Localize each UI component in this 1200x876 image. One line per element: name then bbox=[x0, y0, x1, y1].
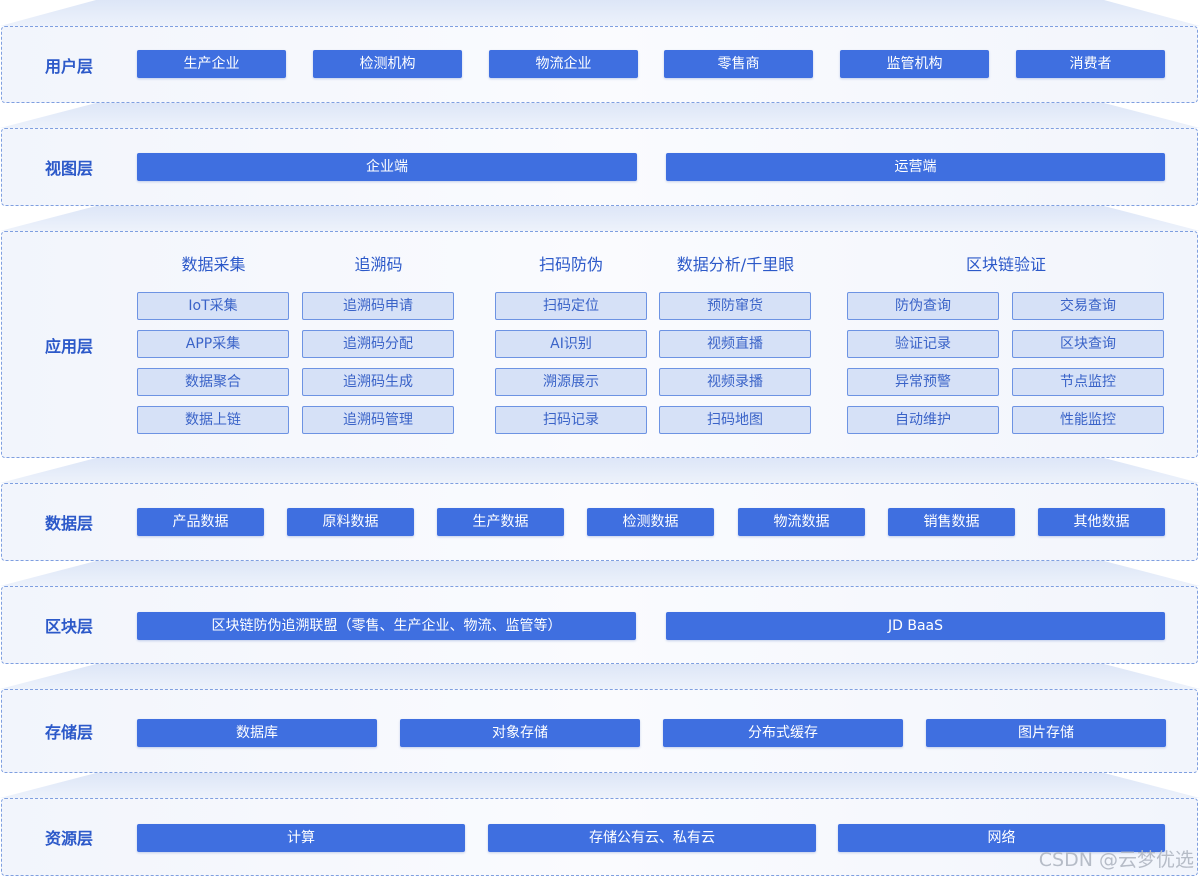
app-subitem: 追溯码管理 bbox=[302, 406, 454, 434]
view-item: 运营端 bbox=[666, 153, 1165, 181]
data-item: 物流数据 bbox=[738, 508, 865, 536]
storage-layer-label: 存储层 bbox=[45, 723, 94, 742]
data-item: 销售数据 bbox=[888, 508, 1015, 536]
app-layer-label: 应用层 bbox=[45, 336, 94, 356]
app-subitem: AI识别 bbox=[495, 330, 647, 358]
app-subitem: 追溯码分配 bbox=[302, 330, 454, 358]
watermark: CSDN @云梦优选 bbox=[1038, 849, 1194, 871]
app-subitem: 性能监控 bbox=[1012, 406, 1164, 434]
app-subitem: 扫码记录 bbox=[495, 406, 647, 434]
app-subitem: 视频直播 bbox=[659, 330, 811, 358]
data-item: 检测数据 bbox=[587, 508, 714, 536]
storage-item: 数据库 bbox=[137, 719, 377, 747]
app-subitem: 数据聚合 bbox=[137, 368, 289, 396]
group-title-data-collection: 数据采集 bbox=[181, 255, 246, 274]
data-item: 其他数据 bbox=[1038, 508, 1165, 536]
block-item: JD BaaS bbox=[666, 612, 1165, 640]
app-subitem: 交易查询 bbox=[1012, 292, 1164, 320]
app-subitem: IoT采集 bbox=[137, 292, 289, 320]
app-subitem: 追溯码生成 bbox=[302, 368, 454, 396]
user-item: 物流企业 bbox=[489, 50, 638, 78]
group-title-scan-anticounterfeit: 扫码防伪 bbox=[538, 255, 603, 274]
layer-connector bbox=[0, 458, 1200, 483]
app-subitem: 自动维护 bbox=[847, 406, 999, 434]
storage-item: 图片存储 bbox=[926, 719, 1166, 747]
app-subitem: 扫码定位 bbox=[495, 292, 647, 320]
layer-connector bbox=[0, 561, 1200, 586]
layer-connector bbox=[0, 0, 1200, 26]
app-subitem: 数据上链 bbox=[137, 406, 289, 434]
block-layer-label: 区块层 bbox=[45, 617, 94, 636]
resource-item: 计算 bbox=[137, 824, 465, 852]
user-layer-label: 用户层 bbox=[45, 56, 94, 76]
layer-connector bbox=[0, 103, 1200, 128]
group-title-data-analysis: 数据分析/千里眼 bbox=[676, 255, 795, 274]
view-item: 企业端 bbox=[137, 153, 637, 181]
block-item: 区块链防伪追溯联盟（零售、生产企业、物流、监管等） bbox=[137, 612, 636, 640]
layer-connector bbox=[0, 773, 1200, 798]
data-item: 生产数据 bbox=[437, 508, 564, 536]
user-item: 检测机构 bbox=[313, 50, 462, 78]
storage-item: 分布式缓存 bbox=[663, 719, 903, 747]
app-subitem: 区块查询 bbox=[1012, 330, 1164, 358]
user-item: 零售商 bbox=[664, 50, 813, 78]
user-item: 消费者 bbox=[1016, 50, 1165, 78]
app-subitem: 节点监控 bbox=[1012, 368, 1164, 396]
user-item: 监管机构 bbox=[840, 50, 989, 78]
app-subitem: APP采集 bbox=[137, 330, 289, 358]
view-layer-label: 视图层 bbox=[45, 159, 94, 178]
data-layer-label: 数据层 bbox=[45, 514, 94, 533]
user-item: 生产企业 bbox=[137, 50, 286, 78]
app-subitem: 视频录播 bbox=[659, 368, 811, 396]
resource-item: 存储公有云、私有云 bbox=[488, 824, 816, 852]
group-title-trace-code: 追溯码 bbox=[354, 255, 403, 274]
data-item: 产品数据 bbox=[137, 508, 264, 536]
group-title-blockchain-verify: 区块链验证 bbox=[965, 255, 1046, 274]
app-subitem: 验证记录 bbox=[847, 330, 999, 358]
app-subitem: 预防窜货 bbox=[659, 292, 811, 320]
data-item: 原料数据 bbox=[287, 508, 414, 536]
app-subitem: 扫码地图 bbox=[659, 406, 811, 434]
app-subitem: 溯源展示 bbox=[495, 368, 647, 396]
layer-connector bbox=[0, 664, 1200, 689]
app-subitem: 异常预警 bbox=[847, 368, 999, 396]
storage-item: 对象存储 bbox=[400, 719, 640, 747]
app-subitem: 追溯码申请 bbox=[302, 292, 454, 320]
layer-connector bbox=[0, 206, 1200, 231]
app-subitem: 防伪查询 bbox=[847, 292, 999, 320]
resource-layer-label: 资源层 bbox=[45, 829, 94, 848]
